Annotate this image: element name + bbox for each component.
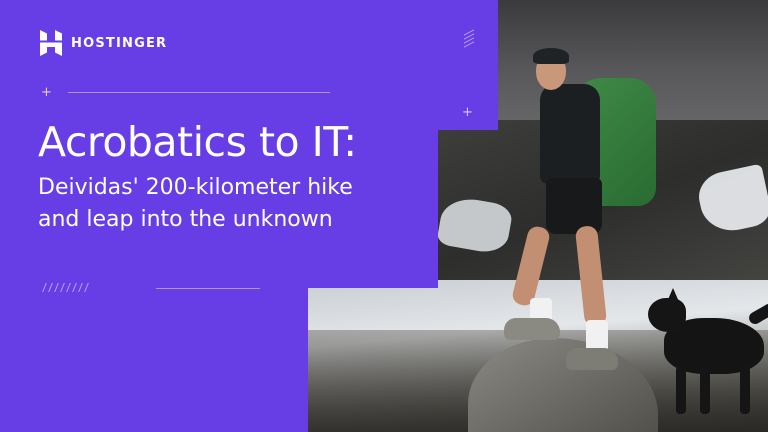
divider-line [68,92,330,93]
hiker-cap [533,48,569,64]
subtitle-line: Deividas' 200-kilometer hike [38,175,353,200]
banner: HOSTINGER + + Acrobatics to IT: Deividas… [0,0,768,432]
divider-line [156,288,260,289]
slash-decoration [42,283,89,292]
plus-decoration: + [41,85,52,100]
hiker-shoe [504,318,560,340]
headline-subtitle: Deividas' 200-kilometer hike and leap in… [38,172,353,236]
dog-leg [740,366,750,414]
headline-title: Acrobatics to IT: [38,118,357,166]
brand-name: HOSTINGER [71,35,168,51]
slash-decoration [464,29,474,48]
brand-logo[interactable]: HOSTINGER [40,30,167,56]
hiker-shoe [566,348,618,370]
hiker-shorts [546,178,602,234]
dog-leg [676,366,686,414]
dog-leg [700,366,710,414]
plus-decoration: + [462,105,473,120]
hostinger-h-icon [40,30,62,56]
subtitle-line: and leap into the unknown [38,207,333,232]
dog-head [648,298,686,332]
